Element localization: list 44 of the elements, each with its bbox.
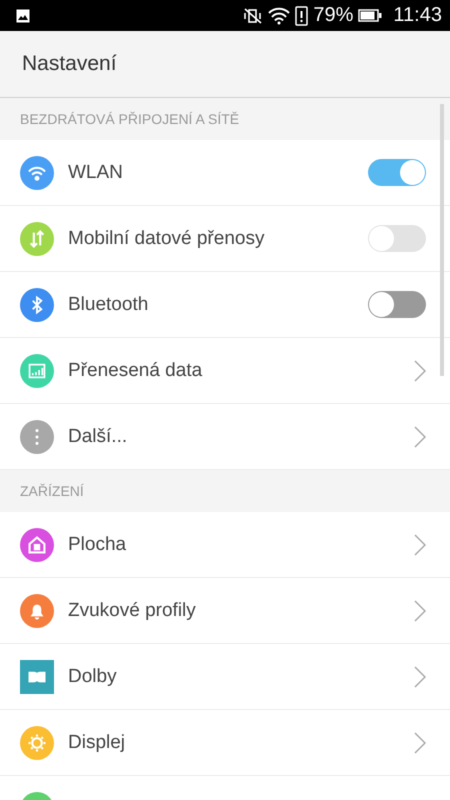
row-label: Bluetooth: [68, 294, 148, 316]
more-icon: [20, 420, 54, 454]
row-label: Další...: [68, 426, 128, 448]
up-down-arrows-icon: [20, 222, 54, 256]
double-d-icon: [20, 660, 54, 694]
bell-icon: [20, 594, 54, 628]
house-icon: [20, 528, 54, 562]
image-icon: [16, 8, 30, 22]
row-label: Mobilní datové přenosy: [68, 228, 264, 250]
row-label: Plocha: [68, 534, 126, 556]
chevron-icon: [414, 534, 426, 556]
row-label: WLAN: [68, 162, 123, 184]
chevron-icon: [414, 600, 426, 622]
chevron-icon: [414, 666, 426, 688]
sim-alert-icon: [295, 6, 308, 26]
settings-row[interactable]: Plocha: [0, 512, 450, 578]
bar-chart-icon: [20, 354, 54, 388]
sun-icon: [20, 726, 54, 760]
settings-row[interactable]: Zvukové profily: [0, 578, 450, 644]
settings-row[interactable]: Přenesená data: [0, 338, 450, 404]
toggle-switch[interactable]: [368, 159, 426, 186]
section-header: BEZDRÁTOVÁ PŘIPOJENÍ A SÍTĚ: [20, 111, 240, 127]
wifi-icon: [20, 156, 54, 190]
battery-icon: [358, 9, 382, 22]
settings-row[interactable]: Další...: [0, 404, 450, 470]
toggle-switch[interactable]: [368, 291, 426, 318]
chevron-icon: [414, 360, 426, 382]
row-label: Dolby: [68, 666, 117, 688]
settings-row[interactable]: Dolby: [0, 644, 450, 710]
row-label: Zvukové profily: [68, 600, 196, 622]
bluetooth-icon: [20, 288, 54, 322]
muted-vibrate-icon: [243, 6, 264, 24]
chevron-icon: [414, 732, 426, 754]
settings-row[interactable]: Bluetooth: [0, 272, 450, 338]
row-label: Přenesená data: [68, 360, 202, 382]
settings-row[interactable]: WLAN: [0, 140, 450, 206]
wifi-icon: [268, 6, 290, 24]
clock: 11:43: [393, 4, 442, 27]
battery-percentage: 79%: [313, 4, 354, 27]
row-label: Displej: [68, 732, 126, 754]
chevron-icon: [414, 426, 426, 448]
section-header: ZAŘÍZENÍ: [20, 483, 84, 499]
page-title: Nastavení: [22, 52, 117, 76]
settings-row[interactable]: Displej: [0, 710, 450, 776]
